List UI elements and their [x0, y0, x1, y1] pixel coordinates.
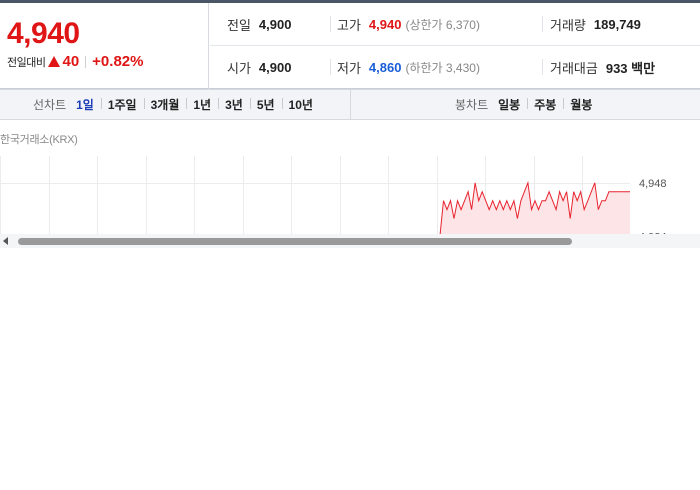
price-change: 전일대비 40 +0.82%	[7, 53, 143, 70]
open-value: 4,900	[258, 59, 292, 75]
quote-row-1: 전일 4,900 고가 4,940 (상한가 6,370) 거래량 189,74…	[210, 3, 700, 46]
chart-toolbar: 선차트 1일 1주일 3개월 1년 3년 5년 10년 봉차트 일봉 주봉 월봉	[0, 89, 700, 120]
period-3y-button[interactable]: 3년	[218, 96, 250, 113]
period-3m-button[interactable]: 3개월	[143, 96, 187, 113]
divider	[85, 55, 87, 68]
candle-chart-periods: 봉차트 일봉 주봉 월봉	[351, 90, 700, 119]
price-chart: 4,9484,924	[0, 150, 700, 235]
open-cell: 시가 4,900	[227, 46, 291, 88]
price-box: 4,940 전일대비 40 +0.82%	[0, 3, 209, 89]
open-label: 시가	[227, 60, 251, 76]
line-chart-periods: 선차트 1일 1주일 3개월 1년 3년 5년 10년	[0, 90, 351, 119]
quote-details: 전일 4,900 고가 4,940 (상한가 6,370) 거래량 189,74…	[210, 3, 700, 89]
scroll-thumb[interactable]	[18, 238, 572, 245]
volume-cell: 거래량 189,749	[542, 16, 641, 33]
weekly-candle-button[interactable]: 주봉	[527, 96, 563, 113]
price-area	[440, 182, 630, 235]
period-1w-button[interactable]: 1주일	[100, 96, 144, 113]
low-cell: 저가 4,860 (하한가 3,430)	[330, 59, 480, 76]
y-axis-ticks: 4,9484,924	[639, 178, 667, 235]
change-percent: +0.82%	[92, 53, 144, 70]
lower-limit: (하한가 3,430)	[405, 60, 480, 75]
trade-value: 933 백만	[605, 60, 656, 76]
line-chart-label: 선차트	[33, 98, 67, 112]
y-tick-label: 4,948	[639, 178, 667, 190]
change-label: 전일대비	[7, 56, 46, 69]
quote-row-2: 시가 4,900 저가 4,860 (하한가 3,430) 거래대금 933 백…	[210, 46, 700, 89]
period-1y-button[interactable]: 1년	[186, 96, 218, 113]
trade-value-label: 거래대금	[550, 60, 598, 76]
prev-close-value: 4,900	[258, 16, 292, 32]
current-price: 4,940	[7, 17, 80, 50]
data-source: 한국거래소(KRX)	[0, 134, 78, 146]
high-cell: 고가 4,940 (상한가 6,370)	[330, 16, 480, 33]
daily-candle-button[interactable]: 일봉	[498, 96, 527, 113]
chart-scrollbar[interactable]	[0, 234, 700, 248]
prev-close-cell: 전일 4,900	[227, 3, 291, 45]
high-label: 고가	[337, 17, 361, 33]
low-label: 저가	[337, 60, 361, 76]
high-value: 4,940	[368, 16, 402, 32]
volume-value: 189,749	[593, 16, 641, 32]
period-1d-button[interactable]: 1일	[76, 96, 101, 113]
change-amount: 40	[62, 53, 80, 70]
quote-summary: 4,940 전일대비 40 +0.82% 전일 4,900 고가 4,940 (…	[0, 3, 700, 89]
volume-label: 거래량	[550, 17, 586, 33]
monthly-candle-button[interactable]: 월봉	[563, 96, 599, 113]
up-triangle-icon	[48, 55, 61, 67]
upper-limit: (상한가 6,370)	[405, 17, 480, 32]
price-chart-svg: 4,9484,924	[0, 156, 667, 235]
low-value: 4,860	[368, 59, 402, 75]
trade-value-cell: 거래대금 933 백만	[542, 59, 656, 76]
prev-close-label: 전일	[227, 17, 251, 33]
period-10y-button[interactable]: 10년	[281, 96, 320, 113]
scroll-left-icon[interactable]	[3, 237, 8, 245]
candle-chart-label: 봉차트	[455, 98, 489, 112]
period-5y-button[interactable]: 5년	[249, 96, 282, 113]
